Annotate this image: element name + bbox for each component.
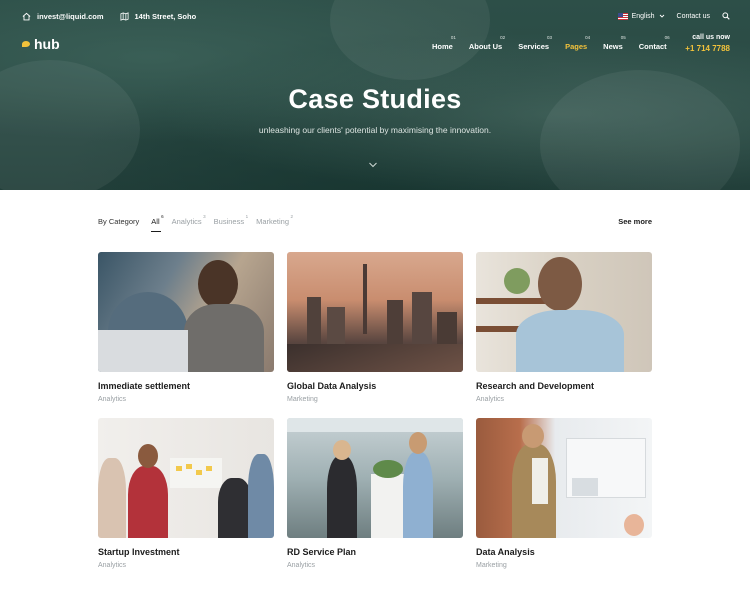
case-title[interactable]: Research and Development: [476, 381, 652, 391]
case-image[interactable]: [98, 252, 274, 372]
brand-name: hub: [34, 36, 60, 52]
topbar-right: English Contact us: [617, 12, 730, 20]
case-card[interactable]: Global Data Analysis Marketing: [287, 252, 463, 403]
nav-item-about[interactable]: 02 About Us: [468, 35, 506, 51]
page-subtitle: unleashing our clients' potential by max…: [258, 125, 492, 135]
nav-item-contact[interactable]: 06 Contact: [638, 35, 670, 51]
filter-marketing[interactable]: Marketing 2: [256, 214, 293, 226]
filter-analytics[interactable]: Analytics 3: [171, 214, 206, 226]
case-image[interactable]: [287, 252, 463, 372]
nav-item-number: 03: [547, 35, 553, 40]
case-category[interactable]: Marketing: [476, 562, 652, 569]
nav-item-services[interactable]: 03 Services: [518, 35, 553, 51]
filter-text: Marketing: [256, 217, 290, 226]
case-title[interactable]: Startup Investment: [98, 547, 274, 557]
phone-number: +1 714 7788: [685, 44, 730, 53]
case-image[interactable]: [98, 418, 274, 538]
case-category[interactable]: Analytics: [476, 396, 652, 403]
page-title: Case Studies: [288, 84, 462, 114]
email-link[interactable]: invest@liquid.com: [22, 12, 104, 21]
case-card[interactable]: Startup Investment Analytics: [98, 418, 274, 569]
nav-item-label: Home: [432, 42, 453, 51]
case-card[interactable]: Research and Development Analytics: [476, 252, 652, 403]
nav-item-number: 02: [500, 35, 506, 40]
filter-count: 6: [161, 214, 164, 219]
nav-item-pages[interactable]: 04 Pages: [565, 35, 591, 51]
search-icon[interactable]: [722, 12, 730, 20]
us-flag-icon: [617, 12, 628, 20]
chevron-down-icon: [659, 14, 664, 18]
nav-item-label: Contact: [638, 42, 667, 51]
filter-text: Business: [213, 217, 245, 226]
case-image[interactable]: [287, 418, 463, 538]
case-card[interactable]: Immediate settlement Analytics: [98, 252, 274, 403]
case-title[interactable]: Data Analysis: [476, 547, 652, 557]
main-nav: 01 Home 02 About Us 03 Services 04 Pages…: [432, 35, 670, 51]
brand-logo[interactable]: hub: [22, 36, 60, 52]
case-category[interactable]: Analytics: [98, 396, 274, 403]
nav-item-number: 04: [585, 35, 591, 40]
email-text: invest@liquid.com: [37, 12, 104, 21]
scroll-down-icon[interactable]: [368, 160, 378, 170]
case-category[interactable]: Analytics: [287, 562, 463, 569]
call-us[interactable]: call us now +1 714 7788: [685, 34, 730, 53]
filter-count: 2: [290, 214, 294, 219]
nav-item-label: About Us: [468, 42, 503, 51]
filter-count: 3: [203, 214, 206, 219]
address-link[interactable]: 14th Street, Soho: [119, 12, 197, 21]
case-title[interactable]: Immediate settlement: [98, 381, 274, 391]
filter-label: By Category: [98, 217, 140, 226]
language-selector[interactable]: English: [617, 12, 665, 20]
case-category[interactable]: Marketing: [287, 396, 463, 403]
contact-link[interactable]: Contact us: [677, 13, 710, 20]
nav-item-number: 01: [450, 35, 456, 40]
nav-item-news[interactable]: 05 News: [603, 35, 626, 51]
address-text: 14th Street, Soho: [134, 12, 197, 21]
case-image[interactable]: [476, 418, 652, 538]
nav-item-number: 06: [664, 35, 670, 40]
filter-text: Analytics: [171, 217, 202, 226]
nav-item-label: Pages: [565, 42, 588, 51]
case-title[interactable]: Global Data Analysis: [287, 381, 463, 391]
nav-item-label: Services: [518, 42, 550, 51]
filter-business[interactable]: Business 1: [213, 214, 248, 226]
case-category[interactable]: Analytics: [98, 562, 274, 569]
language-label: English: [631, 12, 655, 20]
hero-banner: invest@liquid.com 14th Street, Soho Engl…: [0, 0, 750, 190]
call-us-label: call us now: [692, 34, 730, 41]
case-card[interactable]: RD Service Plan Analytics: [287, 418, 463, 569]
map-icon: [119, 12, 129, 21]
case-image[interactable]: [476, 252, 652, 372]
logo-icon: [22, 41, 30, 47]
filter-all[interactable]: All 6: [151, 214, 164, 232]
filter-text: All: [151, 217, 160, 226]
category-filter: By Category All 6 Analytics 3 Business 1…: [98, 214, 293, 232]
case-title[interactable]: RD Service Plan: [287, 547, 463, 557]
case-card[interactable]: Data Analysis Marketing: [476, 418, 652, 569]
see-more-link[interactable]: See more: [618, 217, 652, 226]
topbar: invest@liquid.com 14th Street, Soho: [22, 12, 196, 21]
home-icon: [22, 12, 31, 21]
filter-count: 1: [245, 214, 249, 219]
nav-item-label: News: [603, 42, 623, 51]
nav-item-home[interactable]: 01 Home: [432, 35, 456, 51]
nav-item-number: 05: [620, 35, 626, 40]
